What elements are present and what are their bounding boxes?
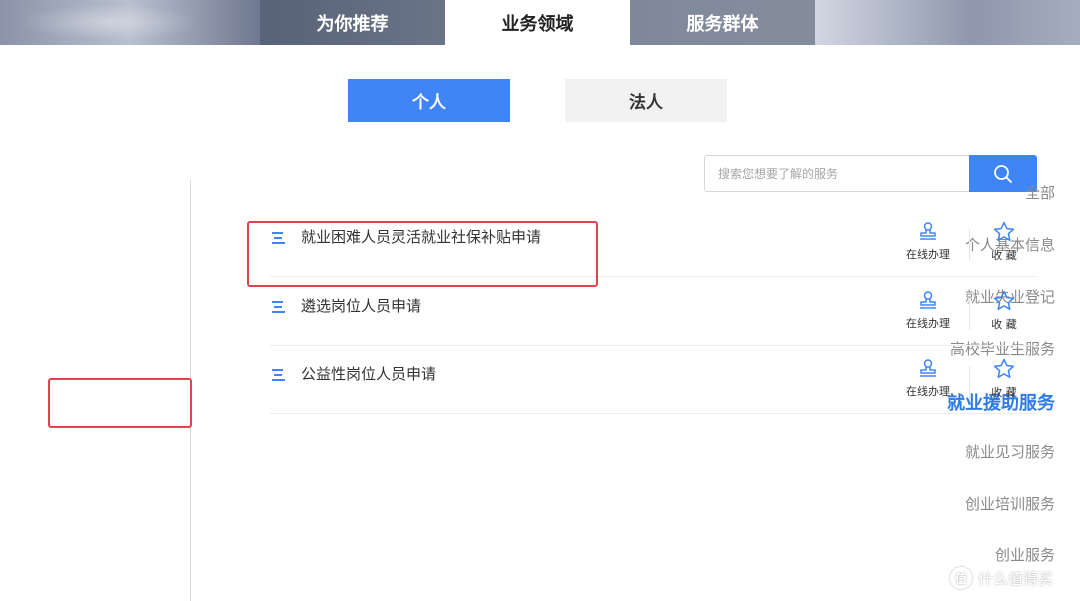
search-icon — [994, 164, 1012, 183]
stamp-icon — [920, 222, 936, 240]
online-apply-button[interactable]: 在线办理 — [898, 290, 958, 331]
service-title[interactable]: 遴选岗位人员申请 — [301, 295, 421, 316]
stamp-icon — [920, 291, 936, 309]
search-input[interactable] — [705, 156, 969, 191]
action-divider — [969, 298, 970, 330]
watermark: 值 什么值得买 — [950, 567, 1053, 589]
favorite-button[interactable]: 收 藏 — [974, 358, 1034, 400]
favorite-label: 收 藏 — [991, 249, 1017, 262]
online-apply-label: 在线办理 — [906, 248, 950, 261]
service-row: 遴选岗位人员申请 在线办理 收 藏 — [270, 278, 1036, 346]
action-divider — [969, 229, 970, 261]
online-apply-button[interactable]: 在线办理 — [898, 221, 958, 262]
online-apply-label: 在线办理 — [906, 385, 950, 398]
star-icon — [993, 221, 1015, 242]
service-highlight-box — [247, 221, 598, 287]
favorite-label: 收 藏 — [991, 386, 1017, 399]
star-icon — [993, 358, 1015, 379]
tab-service-groups[interactable]: 服务群体 — [630, 0, 815, 45]
favorite-button[interactable]: 收 藏 — [974, 290, 1034, 332]
favorite-label: 收 藏 — [991, 318, 1017, 331]
list-icon — [272, 369, 285, 381]
banner-decoration — [20, 4, 200, 40]
sidebar-highlight-box — [48, 378, 192, 428]
online-apply-label: 在线办理 — [906, 317, 950, 330]
legal-entity-toggle-button[interactable]: 法人 — [565, 79, 727, 122]
service-title[interactable]: 公益性岗位人员申请 — [301, 363, 436, 384]
sidebar-item-all[interactable]: 全部 — [1025, 182, 1055, 203]
action-divider — [969, 366, 970, 398]
favorite-button[interactable]: 收 藏 — [974, 221, 1034, 263]
tab-business-domain[interactable]: 业务领域 — [445, 0, 630, 45]
search-box — [704, 155, 1037, 192]
sidebar-item-internship-services[interactable]: 就业见习服务 — [965, 441, 1055, 462]
online-apply-button[interactable]: 在线办理 — [898, 358, 958, 399]
sidebar-item-entrepreneurship-training[interactable]: 创业培训服务 — [965, 493, 1055, 514]
list-icon — [272, 301, 285, 313]
person-toggle-button[interactable]: 个人 — [348, 79, 510, 122]
watermark-text: 什么值得买 — [978, 569, 1054, 588]
watermark-logo-icon: 值 — [950, 567, 972, 589]
sidebar-item-entrepreneurship-services[interactable]: 创业服务 — [995, 544, 1055, 565]
tab-recommended[interactable]: 为你推荐 — [260, 0, 445, 45]
service-row: 公益性岗位人员申请 在线办理 收 藏 — [270, 346, 1036, 414]
stamp-icon — [920, 359, 936, 377]
star-icon — [993, 290, 1015, 311]
